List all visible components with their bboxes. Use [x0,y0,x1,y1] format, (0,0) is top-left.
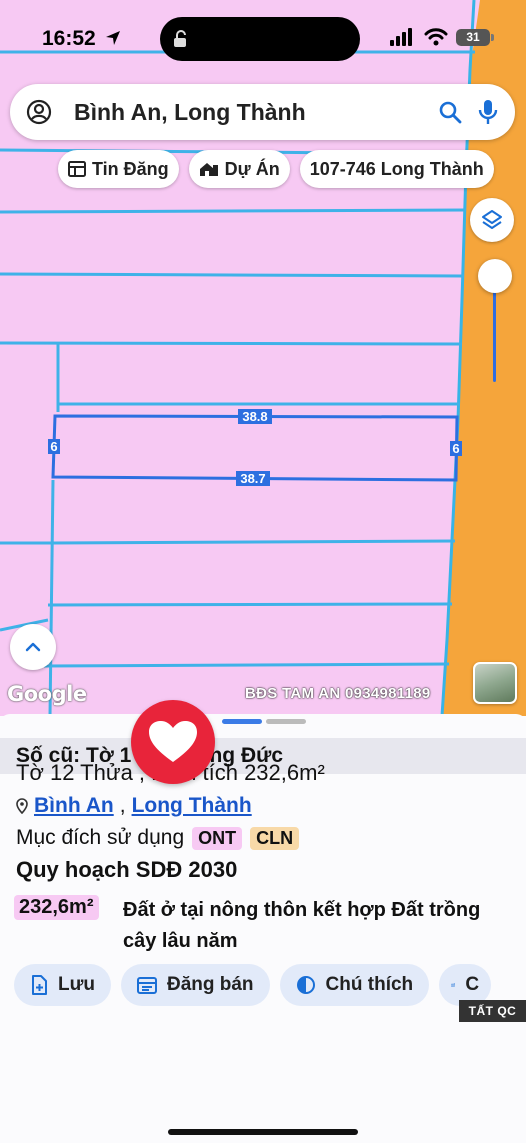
chip-projects[interactable]: Dự Án [188,150,290,188]
chip-parcel-code[interactable]: 107-746 Long Thành [299,150,494,188]
area-badge: 232,6m² [14,895,99,920]
legend-button[interactable]: Chú thích [279,964,430,1006]
contrast-icon [296,976,315,994]
search-icon[interactable] [437,99,463,125]
calendar-icon [136,977,157,994]
district-link[interactable]: Long Thành [132,794,252,818]
sheet-page-indicator[interactable] [222,719,306,724]
parcel-top-length: 38.8 [242,409,267,424]
location-pin-icon [16,798,28,814]
save-label: Lưu [58,974,95,995]
home-indicator[interactable] [168,1129,358,1135]
parcel-left-length: 6 [50,439,57,454]
account-icon[interactable] [26,99,52,125]
status-time: 16:52 [42,27,122,51]
opacity-slider-knob[interactable] [478,259,512,293]
system-icons: 31 [390,28,494,46]
action-buttons: Lưu Đăng bán Chú thích C [14,964,492,1006]
expand-sheet-button[interactable] [10,624,56,670]
location-separator: , [119,794,126,817]
google-logo: Google [7,682,87,706]
commune-link[interactable]: Bình An [34,794,114,818]
project-icon [199,163,218,176]
tag-cln: CLN [250,826,300,850]
planning-heading: Quy hoạch SDĐ 2030 [16,857,238,882]
search-query[interactable]: Bình An, Long Thành [74,99,437,126]
battery-indicator: 31 [456,28,494,46]
status-bar: 16:52 31 [0,0,526,78]
dynamic-island [160,17,360,61]
heart-icon [149,721,197,762]
land-use-description: Đất ở tại nông thôn kết hợp Đất trồng câ… [123,899,481,952]
camera-icon [451,983,456,987]
layers-icon [482,210,502,229]
chip-listings[interactable]: Tin Đăng [58,150,179,188]
satellite-thumbnail[interactable] [473,662,517,704]
cellular-signal-icon [390,28,412,46]
wifi-icon [424,28,448,46]
layers-button[interactable] [470,198,514,242]
search-bar[interactable]: Bình An, Long Thành [10,84,515,140]
unlock-icon [174,30,186,47]
status-time-text: 16:52 [42,27,96,50]
land-use-purpose: Mục đích sử dụng ONT CLN [16,826,300,850]
chip-listings-label: Tin Đăng [92,158,169,179]
opacity-slider-track[interactable] [493,280,496,382]
land-use-label: Mục đích sử dụng [16,826,185,849]
location-arrow-icon [105,31,120,45]
favorite-heart-button[interactable] [131,700,215,784]
add-document-icon [32,975,47,995]
map-watermark: BĐS TAM AN 0934981189 [245,685,431,702]
hide-ads-button[interactable]: TẤT QC [459,1000,526,1022]
microphone-icon[interactable] [477,98,499,126]
save-button[interactable]: Lưu [14,964,111,1006]
chevron-up-icon [25,642,41,652]
chip-projects-label: Dự Án [224,158,280,179]
parcel-right-length: 6 [452,441,459,456]
legend-label: Chú thích [325,974,414,995]
parcel-location: Bình An, Long Thành [16,794,252,818]
chip-parcel-code-label: 107-746 Long Thành [309,158,484,179]
filter-chips: Tin Đăng Dự Án 107-746 Long Thành [58,150,494,188]
post-sale-label: Đăng bán [166,974,254,995]
tag-ont: ONT [192,826,243,850]
post-sale-button[interactable]: Đăng bán [120,964,270,1006]
listing-icon [68,161,86,177]
battery-level: 31 [466,30,480,44]
parcel-bottom-length: 38.7 [240,471,265,486]
camera-label: C [465,974,480,995]
